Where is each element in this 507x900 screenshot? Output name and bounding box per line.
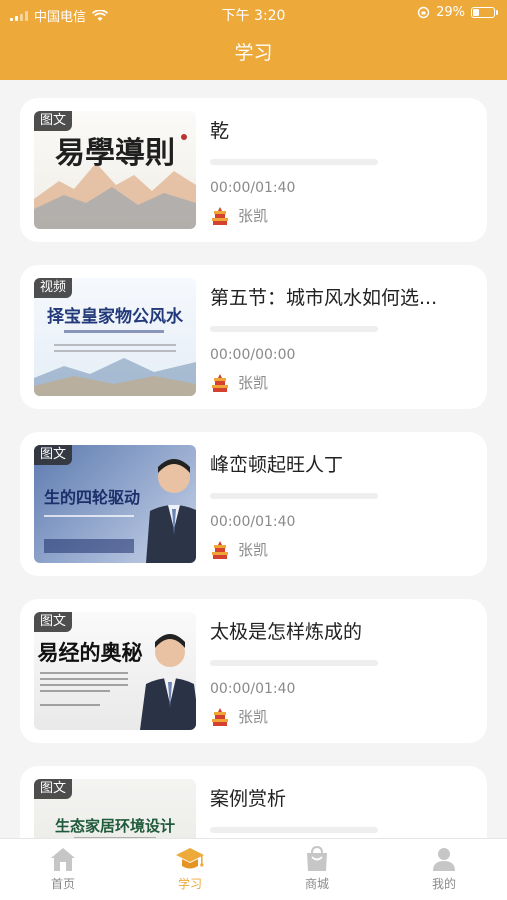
play-time: 00:00/00:00 [210, 347, 296, 363]
user-icon [433, 848, 455, 871]
author: 张凯 [210, 205, 268, 226]
course-card[interactable]: 易學導則 图文 乾 00:00/01:40 张凯 [20, 98, 487, 242]
author-badge-icon [212, 373, 228, 392]
course-title[interactable]: 第五节：城市风水如何选... [210, 283, 472, 310]
author-badge-icon [212, 206, 228, 225]
course-title[interactable]: 峰峦顿起旺人丁 [210, 450, 472, 477]
course-thumbnail: 易经的奥秘 图文 [34, 612, 196, 730]
progress-bar [210, 159, 378, 165]
course-title[interactable]: 太极是怎样炼成的 [210, 617, 472, 644]
thumbnail-title: 易经的奥秘 [38, 640, 143, 665]
author: 张凯 [210, 372, 268, 393]
progress-bar [210, 326, 378, 332]
course-thumbnail: 生的四轮驱动 图文 [34, 445, 196, 563]
battery-icon [471, 7, 498, 18]
course-title[interactable]: 乾 [210, 116, 472, 143]
play-time: 00:00/01:40 [210, 681, 296, 697]
orientation-lock-icon [417, 6, 430, 19]
tab-profile[interactable]: 我的 [381, 845, 507, 897]
battery-percent: 29% [436, 5, 465, 20]
home-icon [51, 848, 75, 871]
content-type-tag: 图文 [34, 779, 73, 799]
author-badge-icon [212, 707, 228, 726]
author-name: 张凯 [238, 708, 269, 726]
progress-bar [210, 827, 378, 833]
author-name: 张凯 [238, 207, 269, 225]
thumbnail-title: 生态家居环境设计 [55, 817, 175, 835]
thumbnail-title: 择宝皇家物公风水 [47, 306, 184, 327]
page-title: 学习 [234, 42, 273, 64]
tab-study[interactable]: 学习 [127, 845, 253, 897]
tab-mall[interactable]: 商城 [254, 845, 380, 897]
graduation-cap-icon [176, 848, 204, 869]
tab-label: 首页 [50, 877, 75, 891]
header: 中国电信 下午 3:20 29% 学习 [0, 0, 507, 80]
content-type-tag: 视频 [34, 278, 73, 298]
author: 张凯 [210, 539, 268, 560]
status-bar: 中国电信 下午 3:20 29% [0, 0, 507, 26]
tab-home[interactable]: 首页 [0, 845, 126, 897]
course-thumbnail: 择宝皇家物公风水 视频 [34, 278, 196, 396]
thumbnail-title: 生的四轮驱动 [44, 488, 140, 507]
tab-label: 商城 [304, 877, 329, 891]
progress-bar [210, 493, 378, 499]
course-card[interactable]: 择宝皇家物公风水 视频 第五节：城市风水如何选... 00:00/00:00 张… [20, 265, 487, 409]
tab-label: 我的 [431, 877, 456, 891]
tab-label: 学习 [177, 877, 202, 891]
course-card[interactable]: 易经的奥秘 图文 太极是怎样炼成的 00:00/01:40 张凯 [20, 599, 487, 743]
course-thumbnail: 生态家居环境设计 图文 [34, 779, 196, 838]
author: 张凯 [210, 706, 268, 727]
author-name: 张凯 [238, 374, 269, 392]
content-type-tag: 图文 [34, 445, 73, 465]
content-type-tag: 图文 [34, 612, 73, 632]
progress-bar [210, 660, 378, 666]
author-name: 张凯 [238, 541, 269, 559]
play-time: 00:00/01:40 [210, 180, 296, 196]
shopping-bag-icon [307, 845, 327, 871]
content-type-tag: 图文 [34, 111, 73, 131]
course-list[interactable]: 易學導則 图文 乾 00:00/01:40 张凯 择宝皇家物公风水 视频 第五节… [0, 80, 507, 838]
course-thumbnail: 易學導則 图文 [34, 111, 196, 229]
course-title[interactable]: 案例赏析 [210, 784, 472, 811]
tab-bar: 首页 学习 商城 我的 [0, 838, 507, 900]
course-card[interactable]: 生态家居环境设计 图文 案例赏析 [20, 766, 487, 838]
thumbnail-title: 易學導則 [55, 136, 175, 171]
play-time: 00:00/01:40 [210, 514, 296, 530]
author-badge-icon [212, 540, 228, 559]
course-card[interactable]: 生的四轮驱动 图文 峰峦顿起旺人丁 00:00/01:40 张凯 [20, 432, 487, 576]
